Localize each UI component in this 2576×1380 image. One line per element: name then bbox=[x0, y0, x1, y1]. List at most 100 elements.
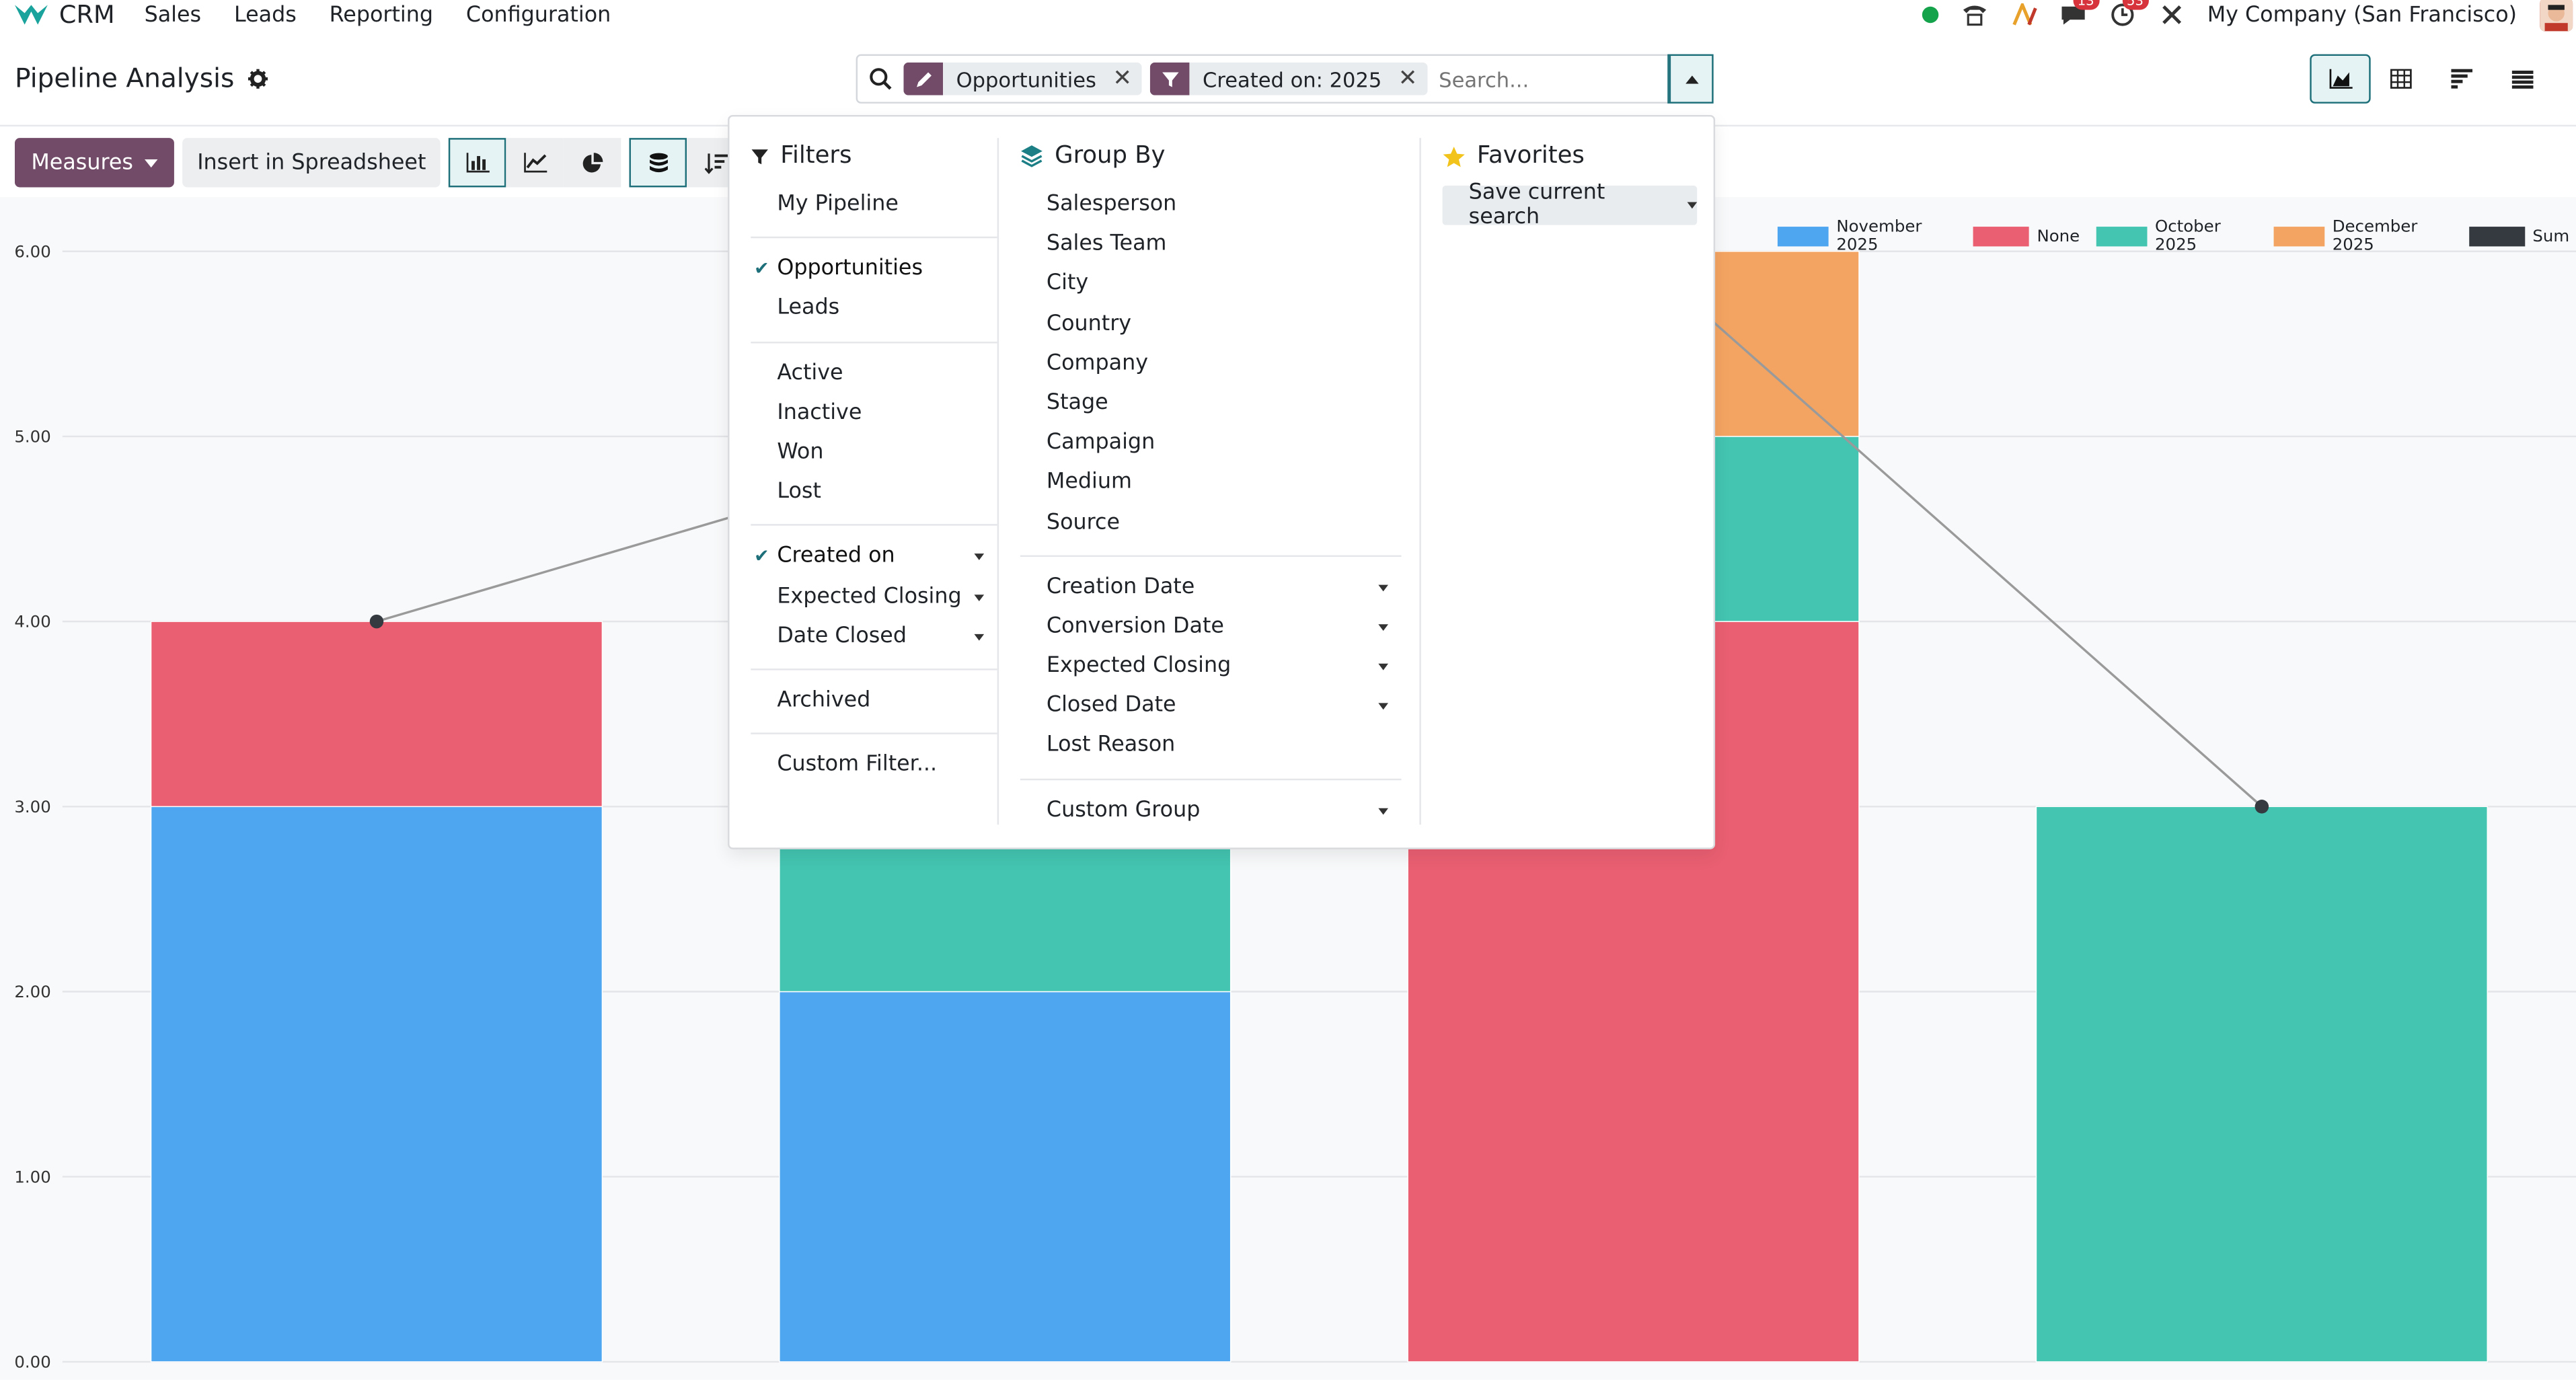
bar-segment[interactable] bbox=[150, 621, 603, 808]
caret-down-icon[interactable] bbox=[1378, 807, 1388, 814]
groupby-city[interactable]: City bbox=[1020, 265, 1402, 305]
groupby-conversion-date[interactable]: Conversion Date bbox=[1020, 607, 1402, 647]
search-options-toggle[interactable] bbox=[1667, 54, 1714, 104]
legend-label: None bbox=[2037, 227, 2080, 246]
column-divider bbox=[997, 138, 999, 825]
menu-sales[interactable]: Sales bbox=[145, 3, 202, 28]
facet-label: Created on: 2025 bbox=[1203, 66, 1382, 91]
caret-down-icon[interactable] bbox=[974, 553, 985, 561]
filter-custom-filter[interactable]: Custom Filter... bbox=[751, 746, 997, 785]
y-tick-label: 5.00 bbox=[14, 426, 50, 446]
filter-inactive[interactable]: Inactive bbox=[751, 394, 997, 434]
groupby-label: Expected Closing bbox=[1046, 654, 1232, 679]
groupby-title: Group By bbox=[1055, 143, 1166, 169]
legend-item[interactable]: October 2025 bbox=[2096, 219, 2257, 255]
filter-opportunities[interactable]: ✔ Opportunities bbox=[751, 250, 997, 290]
groupby-expected-closing[interactable]: Expected Closing bbox=[1020, 648, 1402, 687]
pencil-icon bbox=[903, 62, 944, 95]
caret-down-icon[interactable] bbox=[1378, 584, 1388, 591]
filter-leads[interactable]: Leads bbox=[751, 290, 997, 330]
groupby-campaign[interactable]: Campaign bbox=[1020, 424, 1402, 463]
legend-swatch bbox=[1973, 227, 2029, 247]
debug-tools-icon[interactable] bbox=[2158, 1, 2184, 28]
groupby-label: Custom Group bbox=[1046, 798, 1201, 822]
groupby-sales-team[interactable]: Sales Team bbox=[1020, 225, 1402, 265]
groupby-source[interactable]: Source bbox=[1020, 504, 1402, 543]
cohort-icon bbox=[2451, 69, 2473, 89]
legend-item[interactable]: None bbox=[1973, 227, 2080, 247]
facet-remove-icon[interactable]: ✕ bbox=[1112, 66, 1132, 92]
filter-archived[interactable]: Archived bbox=[751, 681, 997, 721]
menu-reporting[interactable]: Reporting bbox=[330, 3, 433, 28]
main-menu: Sales Leads Reporting Configuration bbox=[145, 3, 611, 28]
search-input[interactable] bbox=[1435, 65, 1669, 93]
groupby-medium[interactable]: Medium bbox=[1020, 464, 1402, 504]
phone-icon[interactable] bbox=[1961, 1, 1987, 28]
bar-segment[interactable] bbox=[2035, 806, 2488, 1363]
app-brand[interactable]: CRM bbox=[0, 0, 115, 30]
view-list-button[interactable] bbox=[2492, 54, 2552, 104]
groupby-custom-group[interactable]: Custom Group bbox=[1020, 791, 1402, 831]
app-root: CRM Sales Leads Reporting Configuration … bbox=[0, 0, 2576, 1380]
user-avatar[interactable] bbox=[2540, 0, 2573, 32]
sort-descending-icon bbox=[704, 153, 728, 174]
messages-icon[interactable]: 13 bbox=[2059, 0, 2099, 28]
filter-label: Lost bbox=[777, 480, 821, 505]
pie-chart-icon bbox=[583, 151, 604, 172]
facet-remove-icon[interactable]: ✕ bbox=[1398, 66, 1418, 92]
filter-lost[interactable]: Lost bbox=[751, 473, 997, 513]
caret-down-icon[interactable] bbox=[1378, 703, 1388, 710]
caret-down-icon[interactable] bbox=[1378, 623, 1388, 631]
facet-label: Opportunities bbox=[956, 66, 1096, 91]
legend-item[interactable]: December 2025 bbox=[2273, 219, 2452, 255]
activities-clock-icon[interactable]: 53 bbox=[2109, 0, 2149, 28]
groupby-closed-date[interactable]: Closed Date bbox=[1020, 687, 1402, 727]
filter-date-closed[interactable]: Date Closed bbox=[751, 617, 997, 657]
legend-label: December 2025 bbox=[2332, 218, 2418, 255]
save-current-search-button[interactable]: Save current search bbox=[1442, 181, 1698, 230]
view-cohort-button[interactable] bbox=[2431, 54, 2492, 104]
insert-spreadsheet-button[interactable]: Insert in Spreadsheet bbox=[182, 138, 441, 188]
menu-leads[interactable]: Leads bbox=[234, 3, 297, 28]
area-chart-icon bbox=[2328, 69, 2352, 89]
groupby-country[interactable]: Country bbox=[1020, 305, 1402, 344]
filters-column: Filters My Pipeline ✔ Opportunities Leads Ac… bbox=[751, 138, 997, 785]
filter-won[interactable]: Won bbox=[751, 434, 997, 473]
filter-created-on[interactable]: ✔ Created on bbox=[751, 537, 997, 577]
measures-button[interactable]: Measures bbox=[14, 138, 174, 188]
search-icon bbox=[858, 67, 903, 90]
bar-segment[interactable] bbox=[779, 991, 1232, 1363]
pie-chart-button[interactable] bbox=[564, 138, 622, 188]
filter-my-pipeline[interactable]: My Pipeline bbox=[751, 186, 997, 225]
groupby-lost-reason[interactable]: Lost Reason bbox=[1020, 727, 1402, 767]
presence-status-icon[interactable] bbox=[1921, 6, 1938, 24]
legend-item[interactable]: Sum bbox=[2468, 227, 2569, 247]
groupby-company[interactable]: Company bbox=[1020, 344, 1402, 384]
view-graph-button[interactable] bbox=[2310, 54, 2371, 104]
groupby-stage[interactable]: Stage bbox=[1020, 384, 1402, 424]
stacked-button[interactable] bbox=[630, 138, 687, 188]
groupby-salesperson[interactable]: Salesperson bbox=[1020, 186, 1402, 225]
legend-item[interactable]: November 2025 bbox=[1777, 219, 1957, 255]
filter-active[interactable]: Active bbox=[751, 354, 997, 394]
caret-down-icon[interactable] bbox=[974, 634, 985, 640]
sum-point[interactable] bbox=[369, 614, 384, 629]
line-chart-button[interactable] bbox=[506, 138, 564, 188]
view-pivot-button[interactable] bbox=[2371, 54, 2431, 104]
favorites-column: Favorites Save current search bbox=[1442, 138, 1698, 230]
column-divider bbox=[1419, 138, 1421, 825]
filter-expected-closing[interactable]: Expected Closing bbox=[751, 578, 997, 617]
y-tick-label: 6.00 bbox=[14, 241, 50, 261]
ai-icon[interactable] bbox=[2010, 1, 2037, 28]
menu-configuration[interactable]: Configuration bbox=[466, 3, 611, 28]
gear-icon[interactable] bbox=[247, 68, 268, 88]
groupby-creation-date[interactable]: Creation Date bbox=[1020, 568, 1402, 607]
caret-down-icon[interactable] bbox=[1378, 663, 1388, 670]
bar-chart-button[interactable] bbox=[449, 138, 507, 188]
caret-down-icon[interactable] bbox=[974, 593, 985, 601]
sum-point[interactable] bbox=[2255, 800, 2269, 814]
bar-segment[interactable] bbox=[150, 806, 603, 1363]
search-panel-dropdown: Filters My Pipeline ✔ Opportunities Leads Ac… bbox=[728, 114, 1716, 849]
company-switcher[interactable]: My Company (San Francisco) bbox=[2207, 3, 2517, 28]
groupby-label: Medium bbox=[1046, 470, 1132, 495]
